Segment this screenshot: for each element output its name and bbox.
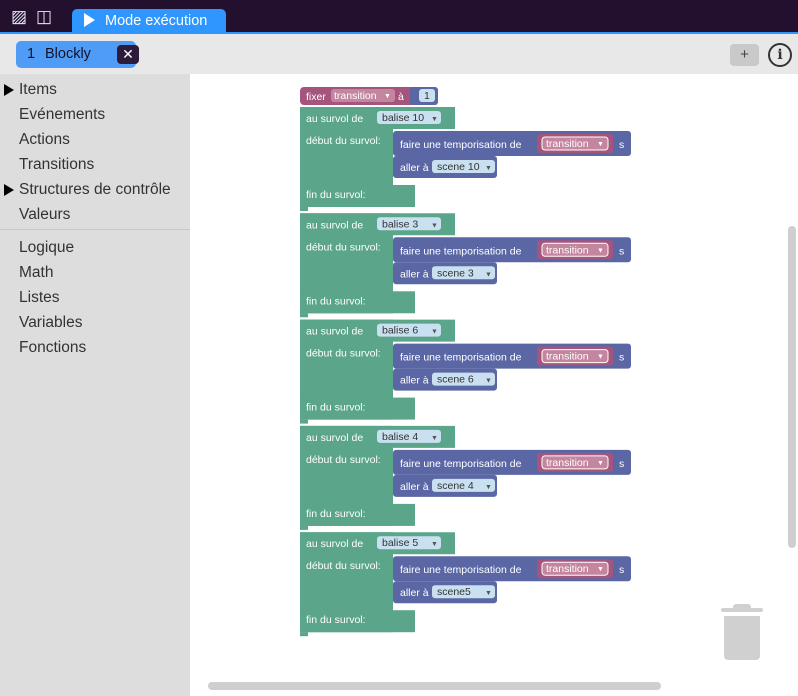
goto-label: aller à [400, 375, 429, 387]
dropdown-arrow-icon: ▼ [384, 93, 391, 100]
hover-of-label: au survol de [306, 113, 363, 125]
hover-start-label: début du survol: [306, 560, 381, 572]
hover-end-label: fin du survol: [306, 295, 366, 307]
goto-label: aller à [400, 587, 429, 599]
delay-label: faire une temporisation de [400, 458, 522, 470]
dropdown-arrow-icon: ▼ [431, 541, 438, 548]
dropdown-arrow-icon: ▼ [597, 460, 604, 467]
delay-unit-label: s [619, 458, 624, 470]
hover-start-label: début du survol: [306, 241, 381, 253]
hover-start-label: début du survol: [306, 135, 381, 147]
dropdown-arrow-icon: ▼ [431, 329, 438, 336]
hover-of-label: au survol de [306, 326, 363, 338]
delay-label: faire une temporisation de [400, 139, 522, 151]
delay-variable-label: transition [546, 244, 589, 256]
block-connector [300, 419, 308, 424]
block-connector [300, 525, 308, 530]
dropdown-arrow-icon: ▼ [597, 566, 604, 573]
delay-variable-label: transition [546, 351, 589, 363]
delay-label: faire une temporisation de [400, 564, 522, 576]
hover-of-label: au survol de [306, 432, 363, 444]
delay-unit-label: s [619, 245, 624, 257]
delay-label: faire une temporisation de [400, 245, 522, 257]
vertical-scrollbar[interactable] [788, 226, 796, 548]
set-block-label: fixer [306, 91, 326, 103]
delay-unit-label: s [619, 564, 624, 576]
dropdown-arrow-icon: ▼ [485, 484, 492, 491]
hover-end-label: fin du survol: [306, 614, 366, 626]
dropdown-arrow-icon: ▼ [485, 590, 492, 597]
dropdown-arrow-icon: ▼ [485, 165, 492, 172]
tag-dropdown: balise 6 [382, 325, 418, 337]
delay-variable-label: transition [546, 138, 589, 150]
scene-dropdown: scene 4 [437, 480, 474, 492]
hover-of-label: au survol de [306, 538, 363, 550]
scene-dropdown: scene 6 [437, 374, 474, 386]
scene-dropdown: scene5 [437, 586, 471, 598]
number-value: 1 [424, 90, 430, 102]
hover-end-label: fin du survol: [306, 189, 366, 201]
goto-label: aller à [400, 481, 429, 493]
dropdown-arrow-icon: ▼ [597, 354, 604, 361]
hover-start-label: début du survol: [306, 348, 381, 360]
blocks-canvas: fixer transition ▼ à 1 au survol de balise 10 ▼… [300, 87, 631, 637]
hover-end-label: fin du survol: [306, 508, 366, 520]
goto-label: aller à [400, 162, 429, 174]
hover-end-label: fin du survol: [306, 402, 366, 414]
tag-dropdown: balise 4 [382, 431, 418, 443]
dropdown-arrow-icon: ▼ [431, 222, 438, 229]
horizontal-scrollbar[interactable] [208, 682, 661, 690]
goto-label: aller à [400, 268, 429, 280]
dropdown-arrow-icon: ▼ [597, 141, 604, 148]
block-connector [300, 313, 308, 318]
hover-start-label: début du survol: [306, 454, 381, 466]
tag-dropdown: balise 5 [382, 537, 418, 549]
delay-label: faire une temporisation de [400, 352, 522, 364]
dropdown-arrow-icon: ▼ [431, 435, 438, 442]
scene-dropdown: scene 3 [437, 267, 474, 279]
delay-variable-label: transition [546, 457, 589, 469]
to-label: à [398, 91, 404, 103]
delay-variable-label: transition [546, 563, 589, 575]
scene-dropdown: scene 10 [437, 161, 480, 173]
delay-unit-label: s [619, 139, 624, 151]
block-connector [300, 632, 308, 637]
tag-dropdown: balise 3 [382, 218, 418, 230]
variable-dropdown-label: transition [334, 90, 377, 102]
dropdown-arrow-icon: ▼ [597, 247, 604, 254]
dropdown-arrow-icon: ▼ [431, 116, 438, 123]
delay-unit-label: s [619, 352, 624, 364]
block-connector [300, 207, 308, 211]
tag-dropdown: balise 10 [382, 112, 424, 124]
hover-of-label: au survol de [306, 219, 363, 231]
dropdown-arrow-icon: ▼ [485, 271, 492, 278]
dropdown-arrow-icon: ▼ [485, 378, 492, 385]
